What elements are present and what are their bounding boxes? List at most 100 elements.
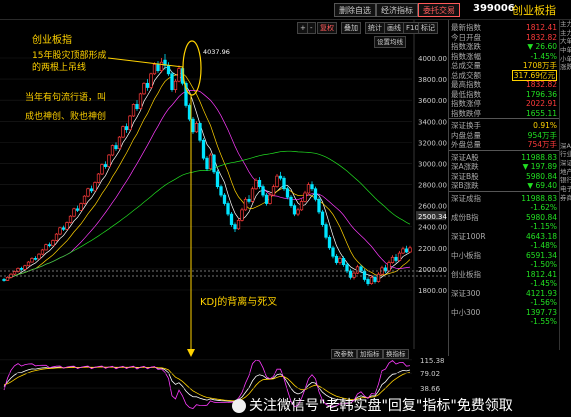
price-tick-label: 3200.00 <box>418 139 447 147</box>
price-tick-label: 1800.00 <box>418 287 447 295</box>
edge-label: 深证 <box>560 159 571 167</box>
candle-body <box>100 164 104 175</box>
candle-body <box>135 104 139 109</box>
candle-body <box>355 266 360 274</box>
candle-body <box>89 188 94 192</box>
candle-body <box>159 61 164 72</box>
candle-body <box>152 63 157 75</box>
candle-body <box>198 123 202 141</box>
order-trade-button[interactable]: 委托交易 <box>418 3 460 17</box>
saying-line1: 当年有句流行语，叫 <box>25 93 107 103</box>
edge-label <box>560 116 571 125</box>
quote-separator <box>449 149 560 151</box>
candle-body <box>345 264 349 272</box>
candle-body <box>338 258 342 263</box>
quote-value: ▼ 69.40 <box>527 181 557 190</box>
candle-body <box>142 82 146 95</box>
candle-body <box>93 182 97 192</box>
candle-body <box>170 73 174 90</box>
ma-settings-button[interactable]: 设置均线 <box>374 36 406 48</box>
candle-body <box>313 188 318 200</box>
peak-pointer-line <box>107 57 184 68</box>
edge-label: 中单 <box>560 46 571 55</box>
quote-label: 深B涨跌 <box>451 181 479 190</box>
candle-body <box>268 194 272 204</box>
candle-body <box>166 65 171 75</box>
delete-watchlist-button[interactable]: 删除自选 <box>334 3 376 17</box>
change-param-button[interactable]: 改参数 <box>331 349 357 359</box>
candle-body <box>2 279 6 281</box>
mark-button[interactable]: 标记 <box>418 22 438 34</box>
price-tick-label: 2400.00 <box>418 224 447 232</box>
quote-value: 754万手 <box>527 140 557 149</box>
price-tick-label: 3600.00 <box>418 97 447 105</box>
candle-body <box>215 171 220 188</box>
candle-body <box>366 279 370 285</box>
candle-body <box>131 104 136 117</box>
candle-body <box>236 220 241 230</box>
quote-row: 指数跌停 1655.11 <box>449 108 560 119</box>
chart-control-bar: + - 复权 叠加 统计 画线 F10 标记 <box>297 22 438 34</box>
candle-body <box>110 145 115 156</box>
candle-body <box>72 208 76 217</box>
adjust-button[interactable]: 复权 <box>317 22 337 34</box>
candle-body <box>233 224 237 230</box>
candle-body <box>5 276 10 281</box>
edge-label <box>560 81 571 90</box>
draw-line-button[interactable]: 画线 <box>384 22 404 34</box>
peak-note-line2: 的两根上吊线 <box>32 63 87 73</box>
candle-body <box>51 240 55 247</box>
candle-body <box>177 68 181 82</box>
candle-body <box>205 157 209 170</box>
candle-body <box>107 154 111 167</box>
edge-label <box>560 98 571 107</box>
add-indicator-button[interactable]: 加指标 <box>357 349 383 359</box>
candle-body <box>240 209 244 221</box>
switch-indicator-button[interactable]: 换指标 <box>383 349 409 359</box>
statistics-button[interactable]: 统计 <box>365 22 385 34</box>
candle-body <box>191 118 195 133</box>
price-tick-label: 4000.00 <box>418 55 447 63</box>
candle-body <box>156 63 160 72</box>
quote-value: -1.55% <box>530 317 557 326</box>
edge-label: 涨跌 <box>560 63 571 72</box>
candle-body <box>86 188 90 197</box>
candle-body <box>303 192 307 202</box>
candle-body <box>82 195 87 204</box>
economic-indicator-button[interactable]: 经济指标 <box>376 3 418 17</box>
candle-body <box>285 188 290 198</box>
price-tick-label: 3800.00 <box>418 76 447 84</box>
candle-body <box>44 244 48 251</box>
edge-label: 银行 <box>560 176 571 185</box>
candle-body <box>96 173 101 183</box>
price-tick-label: 2200.00 <box>418 245 447 253</box>
candle-body <box>124 126 129 131</box>
candle-body <box>114 145 118 150</box>
candle-body <box>292 205 297 215</box>
price-tick-label: 2500.34 <box>418 213 447 221</box>
candle-body <box>54 233 59 241</box>
candle-body <box>394 256 398 261</box>
candle-body <box>121 126 125 138</box>
price-tick-label: 3400.00 <box>418 118 447 126</box>
candle-body <box>26 261 31 267</box>
candle-body <box>387 262 391 272</box>
candle-body <box>257 179 262 188</box>
candle-body <box>341 258 346 266</box>
candle-body <box>173 80 178 90</box>
candle-body <box>271 186 276 196</box>
candle-body <box>401 248 405 254</box>
candle-body <box>352 272 356 278</box>
candle-body <box>397 252 402 261</box>
overlay-button[interactable]: 叠加 <box>341 22 361 34</box>
candle-body <box>331 247 335 257</box>
candle-body <box>65 222 69 230</box>
candle-body <box>229 213 234 225</box>
candle-body <box>254 179 258 190</box>
candle-body <box>247 198 251 202</box>
zoom-out-button[interactable]: - <box>307 22 316 34</box>
kdj-tick-label: 38.66 <box>420 385 441 393</box>
kdj-note: KDJ的背离与死叉 <box>200 297 278 308</box>
quote-row: 深B涨跌 ▼ 69.40 <box>449 180 560 191</box>
candle-body <box>128 115 132 131</box>
